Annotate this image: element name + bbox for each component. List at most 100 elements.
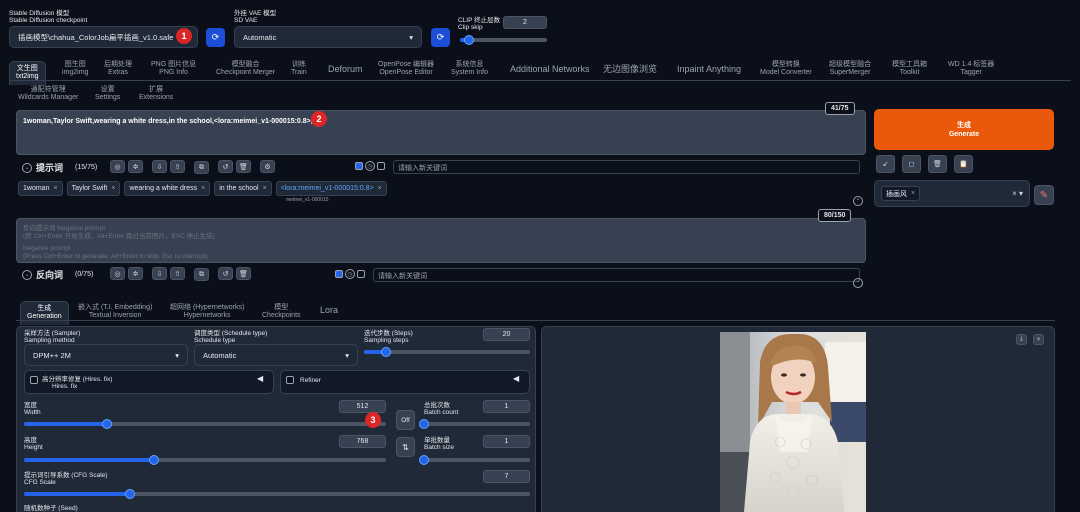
globe-icon[interactable]: ◎	[110, 267, 125, 280]
tab-11[interactable]: Inpaint Anything	[677, 65, 741, 74]
generate-button[interactable]: 生成 Generate	[874, 109, 1054, 150]
trash-icon[interactable]: 🗑	[236, 267, 251, 280]
close-icon[interactable]: ×	[263, 185, 267, 192]
trash-icon[interactable]: 🗑	[236, 160, 251, 173]
gen-tab-3[interactable]: 模型 Checkpoints	[262, 304, 301, 320]
gen-tab-2[interactable]: 超网络 (Hypernetworks) Hypernetworks	[170, 304, 244, 320]
clear-dropdown-icon[interactable]: × ▾	[1012, 189, 1023, 198]
close-icon[interactable]: ×	[1033, 334, 1044, 345]
batch-count-input[interactable]: 1	[483, 400, 530, 413]
tab-row2-0[interactable]: 通配符管理 Wildcards Manager	[18, 86, 78, 102]
tab-8[interactable]: 系统信息 System Info	[451, 61, 488, 77]
gear-icon[interactable]: ✲	[128, 160, 143, 173]
checkbox-icon[interactable]	[377, 162, 385, 170]
checkbox-icon[interactable]	[355, 162, 363, 170]
history-icon[interactable]: ↺	[218, 160, 233, 173]
copy-icon[interactable]: ⧉	[194, 161, 209, 174]
styles-dropdown[interactable]: 插画风 × × ▾	[874, 180, 1030, 207]
clip-skip-input[interactable]: 2	[503, 16, 547, 29]
prompt-tag[interactable]: <lora:meimei_v1-000015:0.8> ×	[275, 181, 387, 196]
refresh-model-button[interactable]: ⟳	[206, 28, 225, 47]
batch-size-input[interactable]: 1	[483, 435, 530, 448]
prompt-tag[interactable]: wearing a white dress ×	[124, 181, 211, 196]
tab-3[interactable]: PNG 图片信息 PNG Info	[151, 61, 196, 77]
tab-2[interactable]: 后期处理 Extras	[104, 61, 132, 77]
hires-checkbox[interactable]	[30, 376, 38, 384]
negative-keyword-input[interactable]: 请输入新关键词	[373, 268, 860, 282]
gear-icon[interactable]: ✲	[128, 267, 143, 280]
tab-0[interactable]: 文生图 txt2img	[9, 61, 46, 85]
close-icon[interactable]: ×	[53, 185, 57, 192]
collapse-up-icon[interactable]: ⌃	[853, 278, 863, 288]
sd-model-select[interactable]: 插画模型\chahua_ColorJob扁平插画_v1.0.safe	[9, 26, 198, 48]
export-icon[interactable]: ⇧	[170, 160, 185, 173]
tab-row2-1[interactable]: 设置 Settings	[95, 86, 120, 102]
gen-tab-0[interactable]: 生成 Generation	[20, 301, 69, 325]
width-slider[interactable]	[24, 419, 386, 429]
tab-row2-2[interactable]: 扩展 Extensions	[139, 86, 173, 102]
clip-skip-slider[interactable]	[460, 35, 547, 45]
checkbox-icon[interactable]	[335, 270, 343, 278]
close-icon[interactable]: ×	[111, 185, 115, 192]
checkbox-icon[interactable]	[357, 270, 365, 278]
prompt-tag[interactable]: in the school ×	[214, 181, 272, 196]
cfg-slider[interactable]	[24, 489, 530, 499]
prompt-keyword-input[interactable]: 请输入新关键词	[393, 160, 860, 174]
settings-icon[interactable]: ⚙	[260, 160, 275, 173]
import-icon[interactable]: ⇩	[152, 267, 167, 280]
refresh-vae-button[interactable]: ⟳	[431, 28, 450, 47]
export-icon[interactable]: ⇧	[170, 267, 185, 280]
copy-icon[interactable]: ⧉	[194, 268, 209, 281]
clock-icon[interactable]: ◷	[365, 161, 375, 171]
refiner-checkbox[interactable]	[286, 376, 294, 384]
trash-icon[interactable]: 🗑	[928, 155, 947, 173]
swap-dimensions-button[interactable]: ⇅	[396, 437, 415, 457]
batch-size-slider[interactable]	[419, 455, 530, 465]
tab-1[interactable]: 图生图 img2img	[62, 61, 88, 77]
tab-9[interactable]: Additional Networks	[510, 65, 590, 74]
edit-styles-button[interactable]: ✎	[1034, 185, 1054, 205]
history-icon[interactable]: ↺	[218, 267, 233, 280]
collapse-up-icon[interactable]: ⌃	[853, 196, 863, 206]
tab-15[interactable]: WD 1.4 标签器 Tagger	[948, 61, 994, 77]
tab-13[interactable]: 超级模型融合 SuperMerger	[829, 61, 871, 77]
close-icon[interactable]: ×	[201, 185, 205, 192]
tab-5[interactable]: 训练 Train	[291, 61, 307, 77]
generated-image[interactable]	[720, 332, 866, 512]
prompt-tag[interactable]: Taylor Swift ×	[66, 181, 121, 196]
width-input[interactable]: 512	[339, 400, 386, 413]
gen-tab-4[interactable]: Lora	[320, 306, 338, 315]
vae-select[interactable]: Automatic ▾	[234, 26, 422, 48]
tab-14[interactable]: 模型工具箱 Toolkit	[892, 61, 927, 77]
prompt-textarea[interactable]: 1woman,Taylor Swift,wearing a white dres…	[16, 110, 866, 155]
collapse-icon[interactable]: ⌄	[22, 162, 32, 173]
negative-prompt-textarea[interactable]: 反向提示词 Negative prompt (按 Ctrl+Enter 开始生成…	[16, 218, 866, 263]
cfg-input[interactable]: 7	[483, 470, 530, 483]
tab-6[interactable]: Deforum	[328, 65, 363, 74]
style-chip[interactable]: 插画风 ×	[881, 186, 921, 201]
height-slider[interactable]	[24, 455, 386, 465]
steps-slider[interactable]	[364, 347, 530, 357]
height-input[interactable]: 768	[339, 435, 386, 448]
close-icon[interactable]: ×	[378, 185, 382, 192]
steps-input[interactable]: 20	[483, 328, 530, 341]
close-icon[interactable]: ×	[911, 190, 915, 197]
import-icon[interactable]: ⇩	[152, 160, 167, 173]
batch-count-slider[interactable]	[419, 419, 530, 429]
tab-7[interactable]: OpenPose 编辑器 OpenPose Editor	[378, 61, 434, 77]
aspect-off-button[interactable]: Off	[396, 410, 415, 430]
clipboard-icon[interactable]: 📋	[954, 155, 973, 173]
prompt-tag[interactable]: 1woman ×	[18, 181, 63, 196]
clock-icon[interactable]: ◷	[345, 269, 355, 279]
sampler-select[interactable]: DPM++ 2M ▾	[24, 344, 188, 366]
globe-icon[interactable]: ◎	[110, 160, 125, 173]
gen-tab-1[interactable]: 嵌入式 (T.I. Embedding) Textual Inversion	[78, 304, 152, 320]
download-icon[interactable]: ⤓	[1016, 334, 1027, 345]
tab-12[interactable]: 模型转换 Model Converter	[760, 61, 812, 77]
tab-4[interactable]: 模型融合 Checkpoint Merger	[216, 61, 275, 77]
collapse-icon[interactable]: ⌄	[22, 269, 32, 280]
clear-icon[interactable]: ◻	[902, 155, 921, 173]
schedule-select[interactable]: Automatic ▾	[194, 344, 358, 366]
apply-style-icon[interactable]: ↙	[876, 155, 895, 173]
tab-10[interactable]: 无边图像浏览	[603, 65, 657, 74]
